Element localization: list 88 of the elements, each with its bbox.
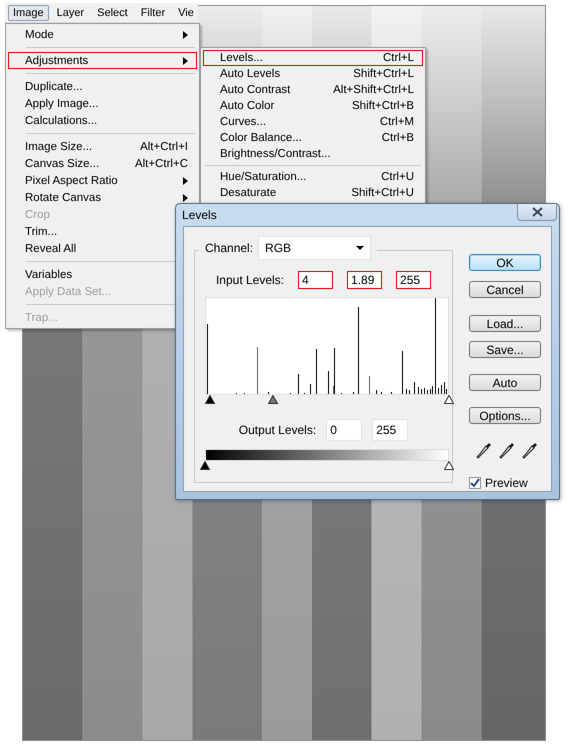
submenu-arrow-icon <box>183 194 188 202</box>
menu-item[interactable]: Canvas Size... Alt+Ctrl+C <box>8 155 197 172</box>
output-levels-label: Output Levels: <box>238 423 316 437</box>
window-title: Levels <box>182 208 217 222</box>
output-field[interactable]: 255 <box>372 419 408 441</box>
eyedropper-icon[interactable] <box>498 442 515 460</box>
menu-item-label: Duplicate... <box>25 80 84 92</box>
shortcut-text: Ctrl+M <box>380 116 414 128</box>
menu-item-label: Auto Color <box>220 100 276 112</box>
menu-item-label: Brightness/Contrast... <box>220 148 332 160</box>
menu-item[interactable]: Calculations... <box>8 112 197 129</box>
menu-item-label: Color Balance... <box>220 132 303 144</box>
menu-item-label: Variables <box>25 268 74 280</box>
dialog-button[interactable]: Options... <box>469 407 541 424</box>
menu-item[interactable]: Rotate Canvas <box>8 189 197 206</box>
dropdown-caret-icon <box>356 246 364 250</box>
close-button[interactable] <box>517 204 557 221</box>
menu-item-label: Calculations... <box>25 114 98 126</box>
preview-checkbox[interactable] <box>469 477 481 489</box>
shortcut-text: Ctrl+B <box>382 132 414 144</box>
menu-item-label: Desaturate <box>220 187 278 199</box>
menu-item-label: Reveal All <box>25 242 78 254</box>
shortcut-text: Shift+Ctrl+U <box>351 187 414 199</box>
submenu-arrow-icon <box>183 176 188 184</box>
eyedropper-icon[interactable] <box>476 442 492 460</box>
menu-item[interactable]: Color Balance... Ctrl+B <box>203 130 423 146</box>
menu-item[interactable]: Apply Image... <box>8 95 197 112</box>
menu-item[interactable]: Curves... Ctrl+M <box>203 114 423 130</box>
menu-item-label: Levels... <box>220 52 264 64</box>
shortcut-text: Alt+Ctrl+I <box>140 140 188 152</box>
menu-bar-item[interactable]: Filter <box>136 4 170 20</box>
menu-item[interactable]: Mode <box>8 26 197 43</box>
menu-item[interactable]: Image Size... Alt+Ctrl+I <box>8 138 197 155</box>
input-field[interactable]: 1.89 <box>347 271 382 289</box>
slider-thumb[interactable] <box>444 461 454 470</box>
menu-item-label: Trap... <box>25 312 59 324</box>
menu-item-label: Hue/Saturation... <box>220 171 308 183</box>
menu-item[interactable]: Auto Levels Shift+Ctrl+L <box>203 66 423 82</box>
menu-item[interactable]: Brightness/Contrast... <box>203 146 423 162</box>
input-levels-label: Input Levels: <box>216 273 284 287</box>
menu-item[interactable]: Levels... Ctrl+L <box>203 50 423 66</box>
dialog-button[interactable]: Load... <box>469 315 541 332</box>
menu-item-label: Auto Contrast <box>220 84 292 96</box>
shortcut-text: Shift+Ctrl+L <box>353 68 414 80</box>
dialog-button[interactable]: OK <box>469 254 541 271</box>
menu-bar-item[interactable]: Image <box>8 4 49 20</box>
menu-item-label: Canvas Size... <box>25 158 100 170</box>
menu-item-label: Auto Levels <box>220 68 282 80</box>
shortcut-text: Ctrl+L <box>383 52 414 64</box>
menu-bar-item[interactable]: Vie <box>173 4 198 20</box>
shortcut-text: Ctrl+U <box>381 171 414 183</box>
menu-item[interactable]: Hue/Saturation... Ctrl+U <box>203 169 423 185</box>
shortcut-text: Alt+Shift+Ctrl+L <box>333 84 414 96</box>
menu-item[interactable]: Duplicate... <box>8 78 197 95</box>
output-field[interactable]: 0 <box>326 419 362 441</box>
shortcut-text: Alt+Ctrl+C <box>134 158 188 170</box>
menu-item[interactable]: Desaturate Shift+Ctrl+U <box>203 185 423 201</box>
close-icon <box>532 207 542 217</box>
menu-bar-item[interactable]: Layer <box>52 4 90 20</box>
menu-item-label: Mode <box>25 28 55 40</box>
shortcut-text: Shift+Ctrl+B <box>352 100 414 112</box>
menu-item-label: Image Size... <box>25 140 94 152</box>
menu-item[interactable]: Pixel Aspect Ratio <box>8 172 197 189</box>
menu-item-label: Pixel Aspect Ratio <box>25 174 119 186</box>
menu-item-label: Trim... <box>25 226 58 238</box>
menu-item-label: Curves... <box>220 116 268 128</box>
menu-item-label: Apply Data Set... <box>25 286 112 298</box>
channel-dropdown[interactable]: RGB <box>258 236 372 260</box>
menu-item[interactable]: Auto Contrast Alt+Shift+Ctrl+L <box>203 82 423 98</box>
menu-item-label: Adjustments <box>25 54 90 66</box>
submenu-arrow-icon <box>183 56 188 64</box>
menu-item[interactable]: Auto Color Shift+Ctrl+B <box>203 98 423 114</box>
menu-item[interactable]: Adjustments <box>8 52 197 69</box>
input-field[interactable]: 255 <box>396 271 432 289</box>
eyedropper-icon[interactable] <box>522 442 538 460</box>
menu-item-label: Apply Image... <box>25 98 100 110</box>
dialog-button[interactable]: Cancel <box>469 281 541 298</box>
submenu-arrow-icon <box>183 30 188 38</box>
dialog-button[interactable]: Auto <box>469 374 541 391</box>
menu-item-label: Rotate Canvas <box>25 192 102 204</box>
checkmark-icon <box>470 478 480 488</box>
channel-label: Channel: <box>205 241 254 255</box>
input-field[interactable]: 4 <box>298 271 334 289</box>
menu-bar-item[interactable]: Select <box>92 4 133 20</box>
slider-thumb[interactable] <box>200 461 210 470</box>
dialog-button[interactable]: Save... <box>469 341 541 358</box>
preview-label: Preview <box>485 476 528 490</box>
slider-thumb[interactable] <box>444 395 454 404</box>
